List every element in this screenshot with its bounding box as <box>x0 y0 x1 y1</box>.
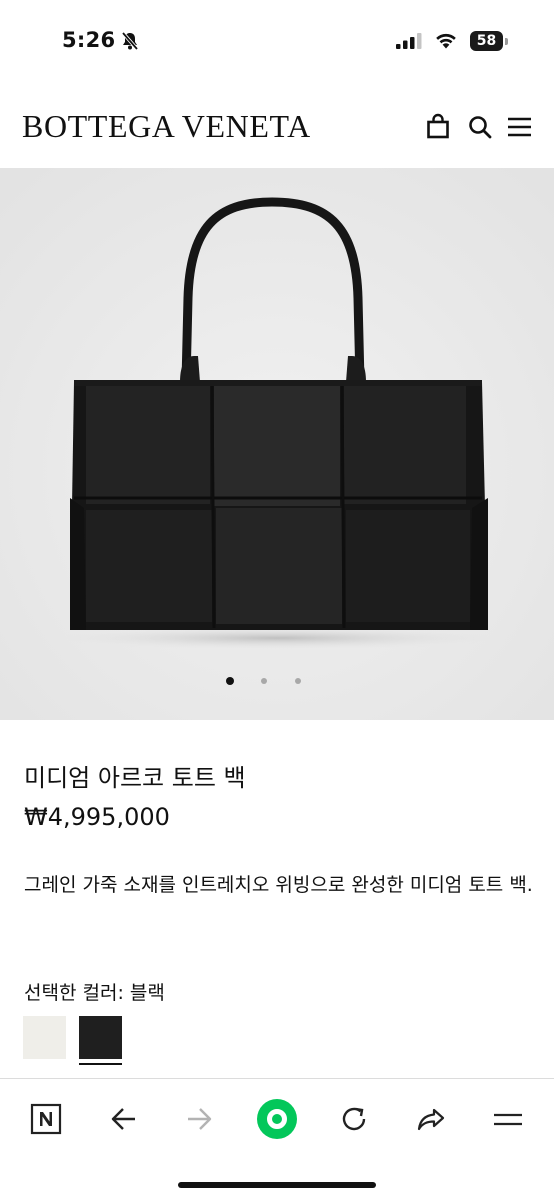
menu-icon <box>494 1113 522 1126</box>
green-home-icon <box>257 1099 297 1139</box>
shopping-bag-icon[interactable] <box>424 113 452 141</box>
battery-indicator: 58 <box>470 31 508 51</box>
tote-bag-image <box>0 168 554 720</box>
green-home-button[interactable] <box>255 1097 299 1141</box>
naver-n-icon <box>30 1103 62 1135</box>
forward-button[interactable] <box>178 1097 222 1141</box>
browser-menu-button[interactable] <box>486 1097 530 1141</box>
browser-toolbar <box>0 1078 554 1200</box>
carousel-dot-1[interactable] <box>226 677 234 685</box>
brand-logo[interactable]: BOTTEGA VENETA <box>22 108 311 145</box>
status-time: 5:26 <box>62 28 116 52</box>
product-price: ₩4,995,000 <box>24 803 170 831</box>
product-name: 미디엄 아르코 토트 백 <box>24 764 246 792</box>
color-swatch-white[interactable] <box>23 1016 66 1059</box>
color-swatch-black[interactable] <box>79 1016 122 1059</box>
battery-cap <box>505 38 508 45</box>
cellular-signal-icon <box>396 33 422 49</box>
reload-icon <box>342 1107 366 1131</box>
forward-arrow-icon <box>188 1108 212 1130</box>
battery-level: 58 <box>476 33 497 49</box>
share-button[interactable] <box>409 1097 453 1141</box>
share-icon <box>417 1108 445 1131</box>
product-image-carousel[interactable] <box>0 168 554 720</box>
selected-swatch-indicator <box>79 1063 122 1065</box>
back-button[interactable] <box>101 1097 145 1141</box>
carousel-dot-2[interactable] <box>261 678 267 684</box>
naver-n-button[interactable] <box>24 1097 68 1141</box>
status-bar: 5:26 58 <box>0 0 554 80</box>
carousel-dot-3[interactable] <box>295 678 301 684</box>
product-description: 그레인 가죽 소재를 인트레치오 위빙으로 완성한 미디엄 토트 백. <box>24 874 533 896</box>
search-icon[interactable] <box>466 113 494 141</box>
reload-button[interactable] <box>332 1097 376 1141</box>
hamburger-menu-icon[interactable] <box>506 113 534 141</box>
wifi-icon <box>436 33 456 49</box>
selected-color-label: 선택한 컬러: 블랙 <box>24 982 165 1004</box>
carousel-dots <box>0 677 554 690</box>
back-arrow-icon <box>111 1108 135 1130</box>
bell-slash-icon <box>121 31 139 51</box>
home-indicator[interactable] <box>178 1182 376 1188</box>
site-header: BOTTEGA VENETA <box>0 86 554 168</box>
